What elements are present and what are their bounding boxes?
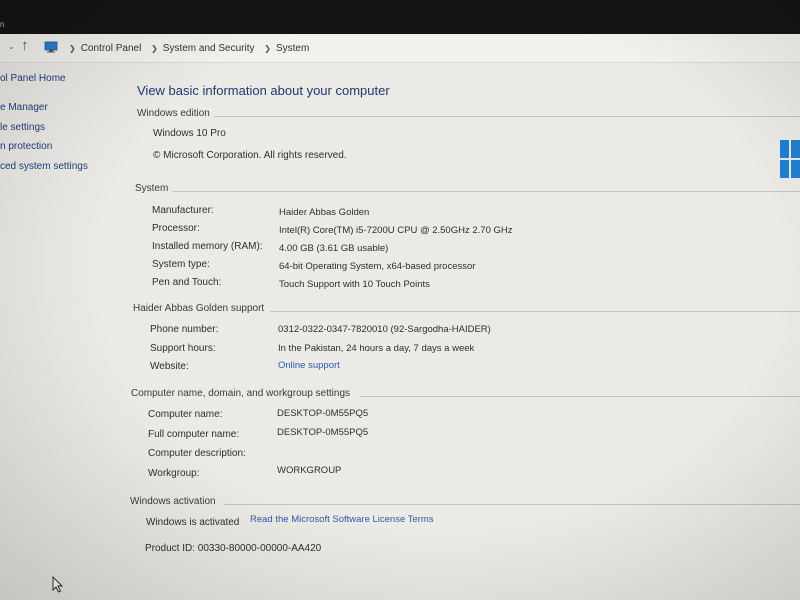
section-divider bbox=[270, 311, 800, 312]
license-terms-link[interactable]: Read the Microsoft Software License Term… bbox=[250, 514, 434, 525]
up-arrow-icon[interactable]: ↑ bbox=[21, 37, 29, 54]
mouse-cursor-icon bbox=[52, 575, 64, 596]
processor-label: Processor: bbox=[152, 223, 200, 234]
phone-number-label: Phone number: bbox=[150, 324, 219, 335]
computer-name-value: DESKTOP-0M55PQ5 bbox=[277, 408, 369, 419]
breadcrumb-system[interactable]: System bbox=[276, 43, 309, 54]
pen-and-touch-label: Pen and Touch: bbox=[152, 277, 222, 288]
page-title: View basic information about your comput… bbox=[137, 83, 390, 98]
breadcrumb-chevron-icon: ❯ bbox=[151, 44, 158, 53]
online-support-link[interactable]: Online support bbox=[278, 360, 340, 371]
computer-name-heading: Computer name, domain, and workgroup set… bbox=[131, 388, 351, 399]
support-hours-value: In the Pakistan, 24 hours a day, 7 days … bbox=[278, 343, 475, 354]
sidebar-item-system-protection[interactable]: n protection bbox=[0, 141, 52, 152]
support-heading: Haider Abbas Golden support bbox=[133, 303, 265, 314]
windows-activation-heading: Windows activation bbox=[130, 496, 216, 507]
breadcrumb: ❯ Control Panel ❯ System and Security ❯ Sys… bbox=[62, 43, 309, 54]
phone-number-value: 0312-0322-0347-7820010 (92-Sargodha-HAID… bbox=[278, 324, 491, 335]
manufacturer-value: Haider Abbas Golden bbox=[279, 207, 370, 218]
computer-description-label: Computer description: bbox=[148, 448, 246, 459]
product-id: Product ID: 00330-80000-00000-AA420 bbox=[145, 543, 322, 554]
breadcrumb-control-panel[interactable]: Control Panel bbox=[81, 43, 142, 54]
system-type-value: 64-bit Operating System, x64-based proce… bbox=[279, 261, 476, 272]
section-divider bbox=[360, 396, 800, 397]
installed-memory-label: Installed memory (RAM): bbox=[152, 241, 263, 252]
system-heading: System bbox=[135, 183, 169, 194]
section-divider bbox=[172, 191, 800, 192]
system-type-label: System type: bbox=[152, 259, 210, 270]
copyright-text: © Microsoft Corporation. All rights rese… bbox=[153, 150, 347, 161]
windows-logo-icon bbox=[780, 140, 800, 180]
sidebar-item-control-panel-home[interactable]: ol Panel Home bbox=[0, 73, 66, 84]
workgroup-label: Workgroup: bbox=[148, 468, 200, 479]
full-computer-name-label: Full computer name: bbox=[148, 429, 240, 440]
breadcrumb-system-and-security[interactable]: System and Security bbox=[163, 43, 255, 54]
sidebar-item-advanced-system-settings[interactable]: ced system settings bbox=[0, 161, 88, 172]
recent-locations-icon[interactable]: ⌄ bbox=[8, 42, 15, 51]
breadcrumb-chevron-icon: ❯ bbox=[264, 44, 271, 53]
pen-and-touch-value: Touch Support with 10 Touch Points bbox=[279, 279, 430, 290]
windows-edition-heading: Windows edition bbox=[137, 108, 210, 119]
address-bar: ⌄ ↑ ❯ Control Panel ❯ System and Security … bbox=[0, 34, 800, 63]
sidebar-item-device-manager[interactable]: e Manager bbox=[0, 102, 48, 113]
title-fragment: n bbox=[0, 20, 5, 29]
window-top-bar: n bbox=[0, 0, 800, 34]
activation-status: Windows is activated bbox=[146, 517, 240, 528]
photo-vignette bbox=[0, 0, 800, 600]
section-divider bbox=[224, 504, 800, 505]
workgroup-value: WORKGROUP bbox=[277, 465, 342, 476]
computer-icon bbox=[44, 41, 58, 56]
windows-edition-value: Windows 10 Pro bbox=[153, 128, 226, 139]
computer-name-label: Computer name: bbox=[148, 409, 223, 420]
installed-memory-value: 4.00 GB (3.61 GB usable) bbox=[279, 243, 389, 254]
support-hours-label: Support hours: bbox=[150, 343, 216, 354]
breadcrumb-chevron-icon: ❯ bbox=[69, 44, 76, 53]
manufacturer-label: Manufacturer: bbox=[152, 205, 214, 216]
processor-value: Intel(R) Core(TM) i5-7200U CPU @ 2.50GHz… bbox=[279, 225, 513, 236]
website-label: Website: bbox=[150, 361, 189, 372]
sidebar-item-remote-settings[interactable]: le settings bbox=[0, 122, 45, 133]
full-computer-name-value: DESKTOP-0M55PQ5 bbox=[277, 427, 369, 438]
section-divider bbox=[214, 116, 800, 117]
